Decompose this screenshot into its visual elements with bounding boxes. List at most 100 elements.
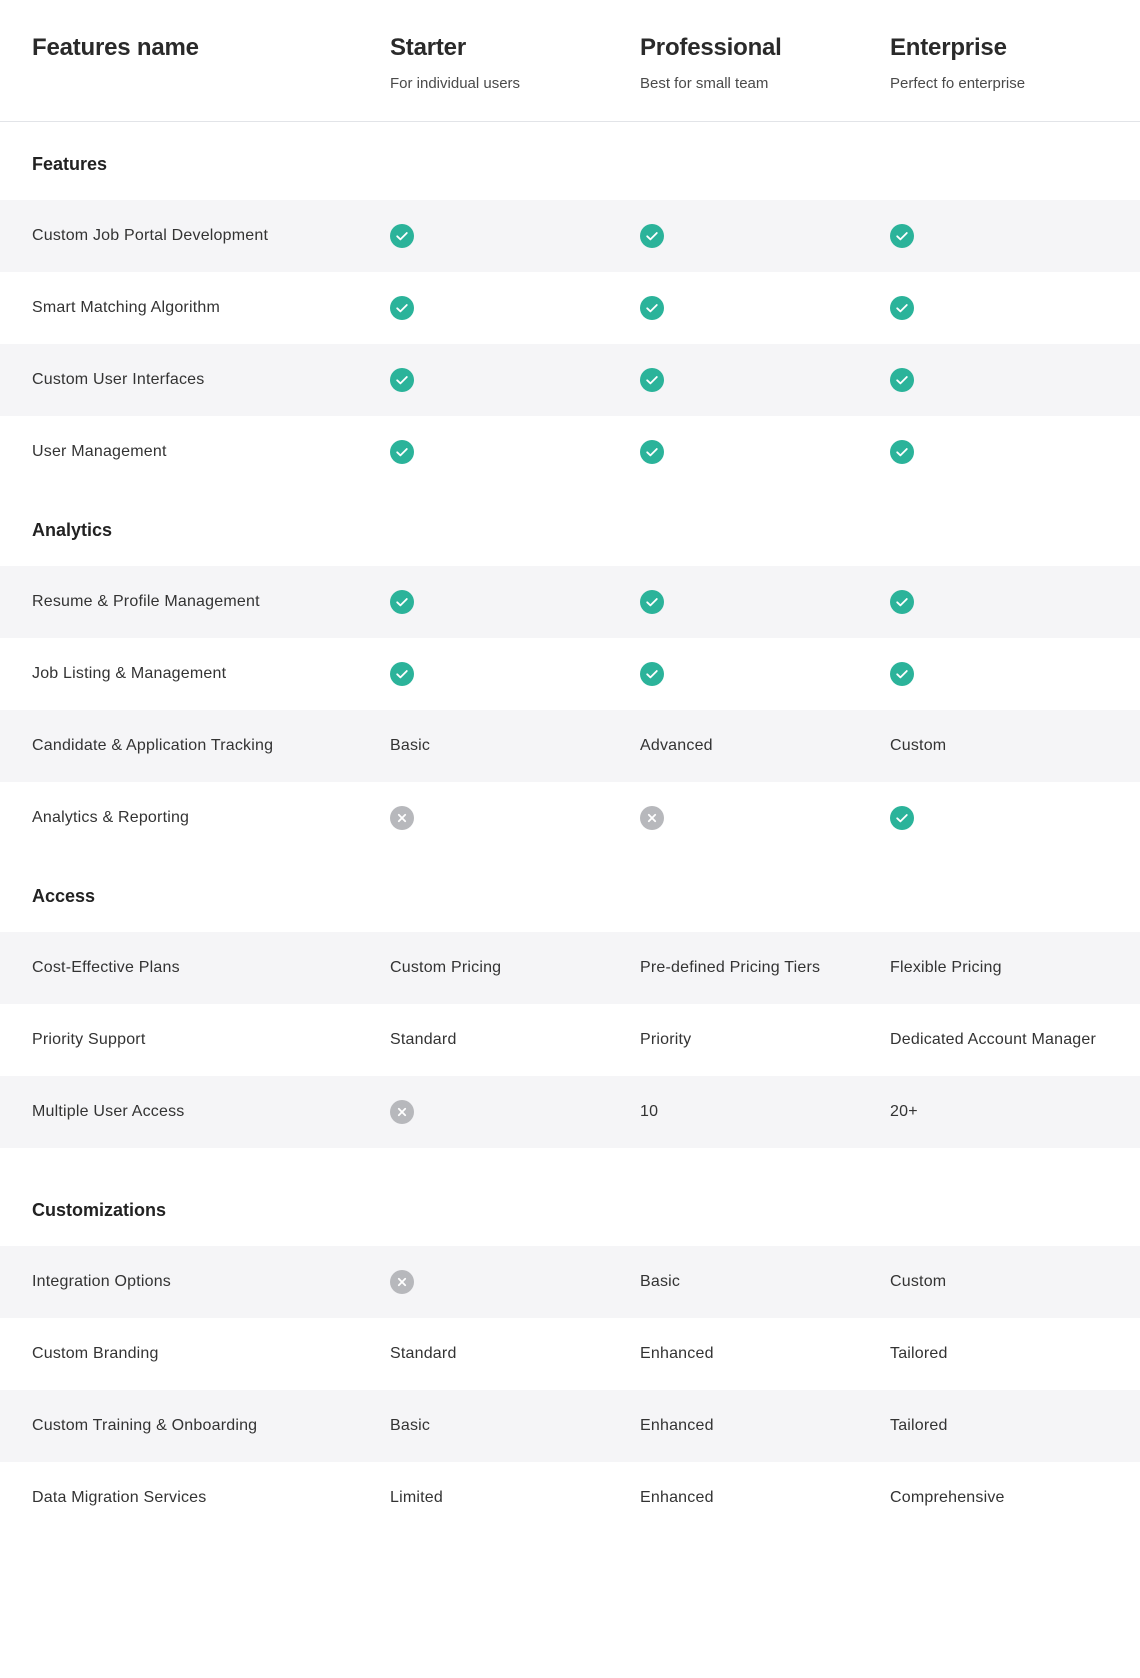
table-row: Cost-Effective Plans Custom Pricing Pre-de… — [0, 932, 1140, 1004]
feature-name: Custom Job Portal Development — [32, 227, 269, 244]
plan-value-text: Enhanced — [640, 1345, 714, 1362]
table-row: Custom Job Portal Development — [0, 200, 1140, 272]
plan-value-cell — [640, 344, 664, 416]
check-icon — [640, 590, 664, 614]
plan-value-text: 20+ — [890, 1103, 918, 1120]
feature-name: Multiple User Access — [32, 1103, 185, 1120]
plan-header-starter: Starter For individual users — [390, 32, 520, 94]
plan-value-cell — [890, 416, 914, 488]
check-icon — [640, 440, 664, 464]
plan-value-text: Custom Pricing — [390, 959, 502, 976]
plan-value-text: Standard — [390, 1345, 457, 1362]
plan-name: Professional — [640, 34, 782, 61]
plan-subtitle: For individual users — [390, 75, 521, 92]
plan-value-cell: Dedicated Account Manager — [890, 1004, 1096, 1076]
plan-value-cell: Comprehensive — [890, 1462, 1005, 1534]
cross-icon — [390, 806, 414, 830]
plan-value-text: Priority — [640, 1031, 692, 1048]
plan-value-text: Tailored — [890, 1345, 948, 1362]
check-icon — [390, 440, 414, 464]
check-icon — [640, 296, 664, 320]
table-row: Analytics & Reporting — [0, 782, 1140, 854]
plan-name: Starter — [390, 34, 466, 61]
plan-value-cell: Priority — [640, 1004, 691, 1076]
plan-value-cell: Flexible Pricing — [890, 932, 1002, 1004]
feature-name: Custom Branding — [32, 1345, 159, 1362]
plan-value-cell: Basic — [390, 1390, 430, 1462]
check-icon — [390, 368, 414, 392]
plan-value-text: Dedicated Account Manager — [890, 1031, 1097, 1048]
plan-value-cell — [390, 566, 414, 638]
plan-value-cell: Custom Pricing — [390, 932, 501, 1004]
feature-name: Custom User Interfaces — [32, 371, 205, 388]
plan-value-text: Limited — [390, 1489, 443, 1506]
plan-name: Enterprise — [890, 34, 1007, 61]
plan-value-cell — [390, 416, 414, 488]
plan-subtitle: Best for small team — [640, 75, 769, 92]
table-row: Job Listing & Management — [0, 638, 1140, 710]
plan-value-cell — [890, 638, 914, 710]
feature-name: Analytics & Reporting — [32, 809, 190, 826]
plan-value-cell: 10 — [640, 1076, 658, 1148]
plan-value-cell — [390, 782, 414, 854]
feature-name: Custom Training & Onboarding — [32, 1417, 258, 1434]
check-icon — [890, 224, 914, 248]
plan-value-cell: Custom — [890, 1246, 946, 1318]
table-row: Custom Branding Standard Enhanced Tailored — [0, 1318, 1140, 1390]
check-icon — [390, 224, 414, 248]
plan-value-cell — [390, 638, 414, 710]
feature-name: Candidate & Application Tracking — [32, 737, 274, 754]
cross-icon — [640, 806, 664, 830]
check-icon — [640, 368, 664, 392]
plan-value-cell — [390, 1076, 414, 1148]
feature-name: User Management — [32, 443, 167, 460]
table-row: User Management — [0, 416, 1140, 488]
plan-value-text: Basic — [390, 1417, 431, 1434]
feature-name: Cost-Effective Plans — [32, 959, 180, 976]
plan-value-text: Pre-defined Pricing Tiers — [640, 959, 821, 976]
table-header: Features name Starter For individual use… — [0, 0, 1140, 122]
plan-header-enterprise: Enterprise Perfect fo enterprise — [890, 32, 1025, 94]
table-row: Candidate & Application Tracking Basic Adv… — [0, 710, 1140, 782]
table-row: Data Migration Services Limited Enhanced Co… — [0, 1462, 1140, 1534]
cross-icon — [390, 1270, 414, 1294]
plan-value-text: Custom — [890, 737, 947, 754]
table-row: Smart Matching Algorithm — [0, 272, 1140, 344]
plan-value-cell — [390, 1246, 414, 1318]
plan-value-cell: Tailored — [890, 1318, 948, 1390]
plan-value-cell — [640, 272, 664, 344]
plan-value-text: Comprehensive — [890, 1489, 1005, 1506]
plan-value-cell — [890, 782, 914, 854]
plan-value-cell — [390, 200, 414, 272]
plan-value-cell: Limited — [390, 1462, 443, 1534]
features-name-title: Features name — [32, 34, 199, 61]
table-row: Custom User Interfaces — [0, 344, 1140, 416]
plan-value-cell — [890, 566, 914, 638]
plan-value-text: Custom — [890, 1273, 947, 1290]
feature-name: Integration Options — [32, 1273, 171, 1290]
plan-value-cell — [640, 782, 664, 854]
section-title: Customizations — [32, 1200, 167, 1220]
feature-name: Data Migration Services — [32, 1489, 207, 1506]
plan-value-text: Basic — [390, 737, 431, 754]
check-icon — [640, 224, 664, 248]
check-icon — [390, 662, 414, 686]
plan-value-cell: 20+ — [890, 1076, 918, 1148]
check-icon — [390, 590, 414, 614]
feature-name: Resume & Profile Management — [32, 593, 260, 610]
section-header-features: Features — [0, 122, 1140, 200]
plan-value-cell: Basic — [640, 1246, 680, 1318]
plan-value-cell — [890, 344, 914, 416]
table-row: Priority Support Standard Priority Dedicate… — [0, 1004, 1140, 1076]
plan-value-text: Tailored — [890, 1417, 948, 1434]
plan-value-cell — [390, 344, 414, 416]
check-icon — [640, 662, 664, 686]
table-row: Custom Training & Onboarding Basic Enhance… — [0, 1390, 1140, 1462]
feature-name: Priority Support — [32, 1031, 146, 1048]
plan-value-text: Flexible Pricing — [890, 959, 1002, 976]
table-row: Multiple User Access 10 20+ — [0, 1076, 1140, 1148]
plan-header-professional: Professional Best for small team — [640, 32, 782, 94]
check-icon — [890, 368, 914, 392]
cross-icon — [390, 1100, 414, 1124]
plan-value-cell: Tailored — [890, 1390, 948, 1462]
